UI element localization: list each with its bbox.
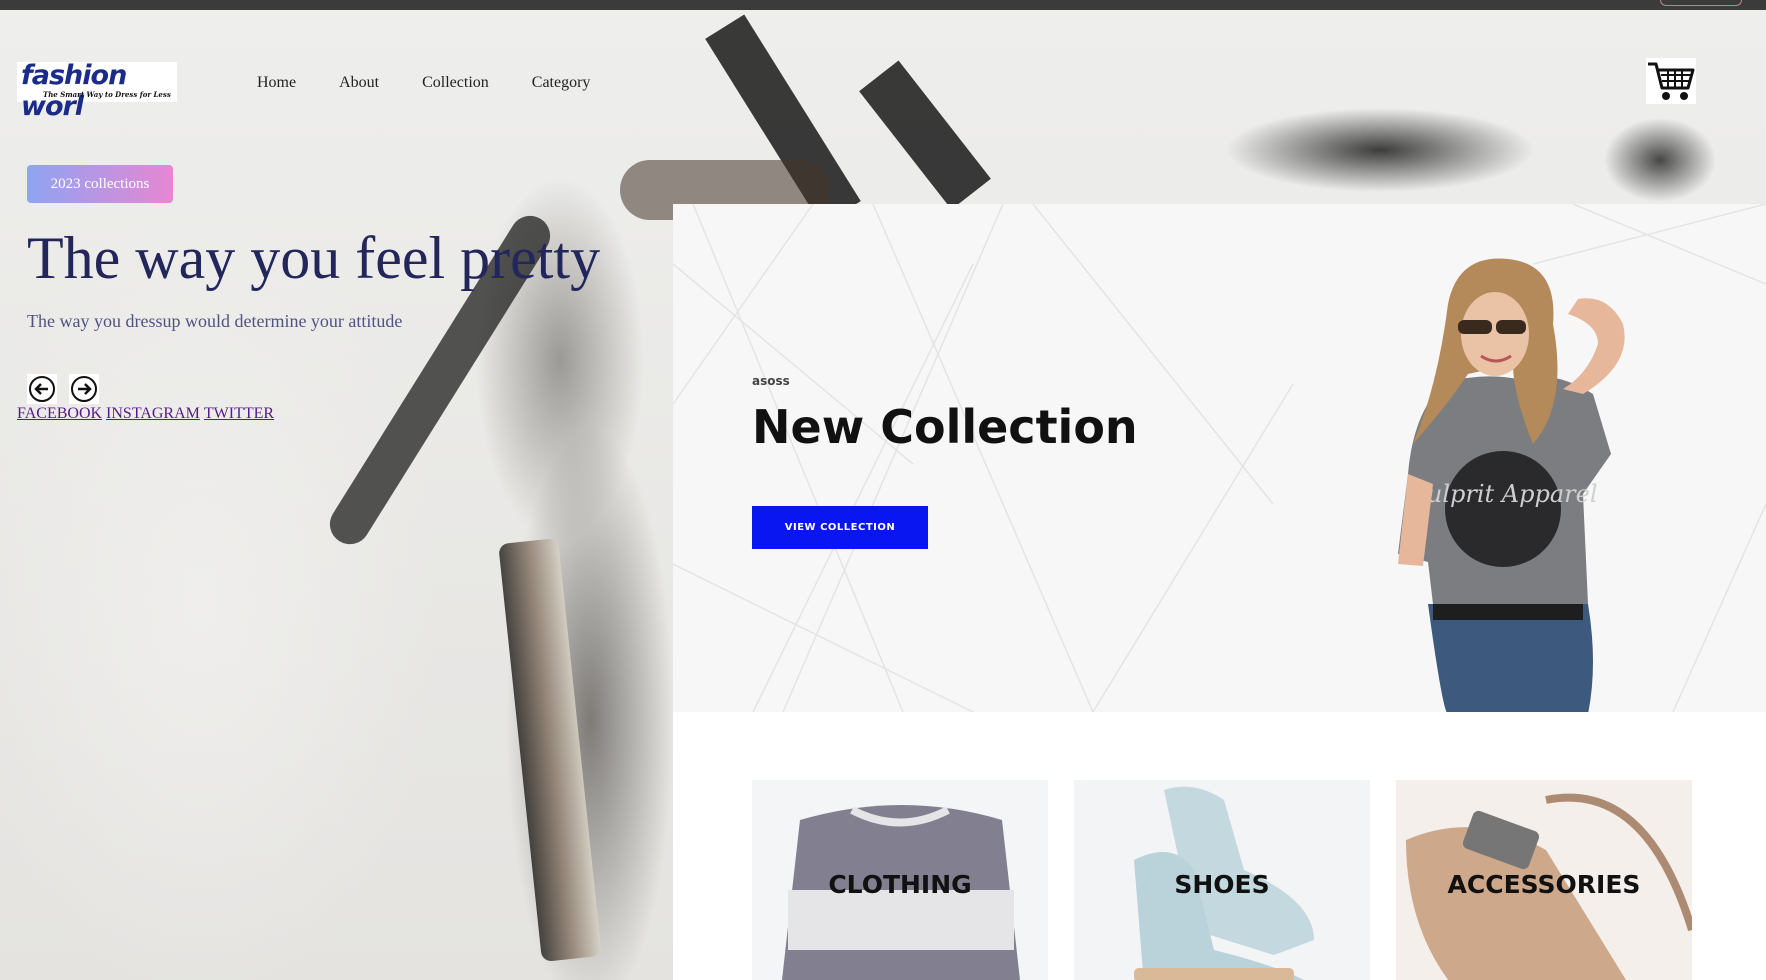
site-logo[interactable]: fashion worl The Smart Way to Dress for … xyxy=(17,60,177,122)
category-label: CLOTHING xyxy=(828,870,972,899)
twitter-link[interactable]: TWITTER xyxy=(204,405,274,422)
slider-controls xyxy=(27,374,99,404)
instagram-link[interactable]: INSTAGRAM xyxy=(106,405,200,422)
view-collection-button[interactable]: VIEW COLLECTION xyxy=(752,506,928,549)
browser-top-bar xyxy=(0,0,1766,10)
category-list: CLOTHING SHOES ACCESSORIES xyxy=(752,780,1692,980)
new-collection-banner: asoss New Collection VIEW COLLECTION Cul… xyxy=(673,204,1766,712)
category-card[interactable]: ACCESSORIES xyxy=(1396,780,1692,980)
category-card[interactable]: CLOTHING xyxy=(752,780,1048,980)
collection-panel: asoss New Collection VIEW COLLECTION Cul… xyxy=(673,204,1766,980)
category-label: ACCESSORIES xyxy=(1447,870,1641,899)
arrow-left-icon[interactable] xyxy=(27,374,57,404)
logo-tagline: The Smart Way to Dress for Less xyxy=(43,90,171,99)
social-links: FACEBOOK INSTAGRAM TWITTER xyxy=(17,405,278,423)
nav-about[interactable]: About xyxy=(339,74,379,92)
nav-category[interactable]: Category xyxy=(532,74,591,92)
brand-label: asoss xyxy=(752,374,790,388)
hero-subline: The way you dressup would determine your… xyxy=(27,311,403,331)
shirt-print: Culprit Apparel xyxy=(1409,480,1598,508)
arrow-right-icon[interactable] xyxy=(69,374,99,404)
top-tab-indicator xyxy=(1660,0,1742,6)
collections-badge[interactable]: 2023 collections xyxy=(27,165,173,203)
category-card[interactable]: SHOES xyxy=(1074,780,1370,980)
nav-collection[interactable]: Collection xyxy=(422,74,489,92)
category-label: SHOES xyxy=(1174,870,1270,899)
new-collection-title: New Collection xyxy=(752,400,1138,454)
hero-headline: The way you feel pretty xyxy=(27,225,601,291)
facebook-link[interactable]: FACEBOOK xyxy=(17,405,102,422)
shopping-cart-icon[interactable] xyxy=(1646,58,1696,104)
nav-home[interactable]: Home xyxy=(257,74,296,92)
main-nav: Home About Collection Category xyxy=(257,74,633,92)
model-photo: Culprit Apparel xyxy=(1398,258,1625,712)
